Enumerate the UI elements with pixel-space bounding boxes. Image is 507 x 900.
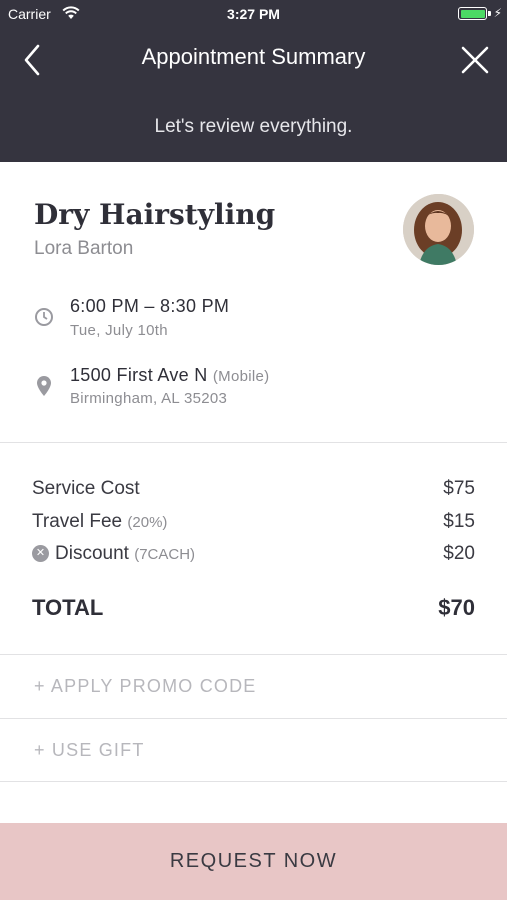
avatar — [403, 194, 474, 265]
header-bar: Carrier 3:27 PM ⚡ Appointment Summary Le… — [0, 0, 507, 162]
discount-value: $20 — [443, 543, 475, 564]
battery-tip — [488, 11, 491, 16]
travel-fee-value: $15 — [443, 511, 475, 532]
divider — [0, 781, 507, 782]
appointment-city: Birmingham, AL 35203 — [70, 390, 228, 407]
clock-icon — [35, 308, 53, 326]
discount-label: Discount (7CACH) — [55, 543, 195, 565]
request-now-button[interactable]: REQUEST NOW — [0, 823, 507, 900]
discount-text: Discount — [55, 543, 129, 564]
divider — [0, 718, 507, 719]
total-label: TOTAL — [32, 595, 104, 620]
page-title: Appointment Summary — [141, 44, 366, 69]
appointment-time: 6:00 PM – 8:30 PM — [70, 296, 230, 316]
travel-fee-note: (20%) — [127, 514, 168, 531]
divider — [0, 442, 507, 443]
service-cost-label: Service Cost — [32, 478, 140, 499]
back-button[interactable] — [18, 42, 50, 78]
service-name: Dry Hairstyling — [34, 198, 276, 231]
use-gift-button[interactable]: + USE GIFT — [34, 740, 145, 761]
close-button[interactable] — [457, 42, 493, 78]
travel-fee-text: Travel Fee — [32, 511, 123, 532]
address-note: (Mobile) — [212, 368, 270, 385]
battery-icon — [458, 7, 487, 20]
discount-code: (7CACH) — [134, 546, 196, 563]
charging-icon: ⚡ — [493, 6, 502, 20]
service-cost-value: $75 — [443, 478, 475, 499]
total-value: $70 — [438, 595, 475, 620]
remove-discount-icon[interactable]: ✕ — [32, 545, 49, 562]
clock-time: 3:27 PM — [227, 6, 280, 22]
address-street: 1500 First Ave N — [70, 365, 208, 385]
stylist-name: Lora Barton — [34, 238, 134, 259]
page-subtitle: Let's review everything. — [154, 116, 353, 137]
appointment-address: 1500 First Ave N (Mobile) — [70, 365, 269, 386]
stylist-photo — [403, 194, 474, 265]
appointment-date: Tue, July 10th — [70, 322, 168, 339]
location-pin-icon — [37, 376, 51, 396]
divider — [0, 654, 507, 655]
status-bar: Carrier 3:27 PM ⚡ — [0, 0, 507, 28]
travel-fee-label: Travel Fee (20%) — [32, 511, 167, 533]
apply-promo-code-button[interactable]: + APPLY PROMO CODE — [34, 676, 257, 697]
